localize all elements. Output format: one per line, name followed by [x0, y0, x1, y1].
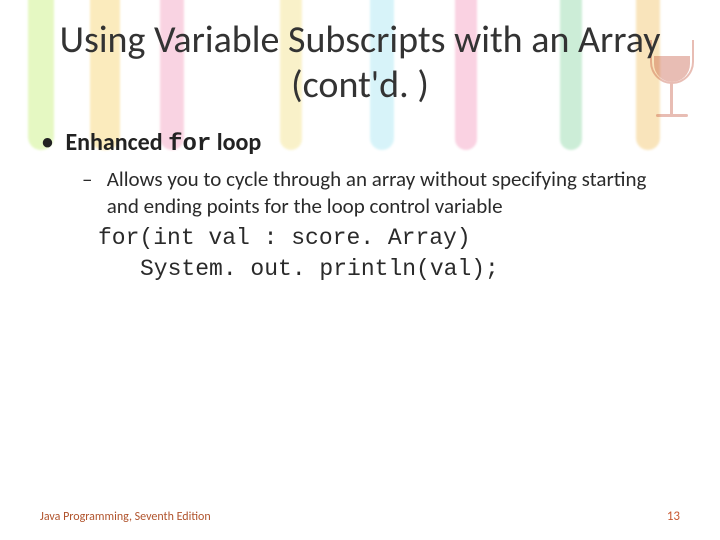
slide-title: Using Variable Subscripts with an Array … [40, 18, 680, 108]
bullet-suffix: loop [211, 128, 261, 157]
slide-footer: Java Programming, Seventh Edition 13 [40, 509, 680, 524]
code-example: for(int val : score. Array) System. out.… [98, 223, 680, 285]
bullet-enhanced-for: Enhanced for loop Allows you to cycle th… [42, 128, 680, 286]
bullet-list-level2: Allows you to cycle through an array wit… [42, 166, 680, 220]
code-line-1: for(int val : score. Array) [98, 223, 680, 254]
slide-content: Using Variable Subscripts with an Array … [0, 0, 720, 540]
bullet-code-keyword: for [168, 131, 211, 158]
bullet-list-level1: Enhanced for loop Allows you to cycle th… [40, 128, 680, 286]
footer-page-number: 13 [667, 509, 680, 524]
code-line-2: System. out. println(val); [98, 254, 680, 285]
footer-book-title: Java Programming, Seventh Edition [40, 510, 211, 524]
sub-bullet-description: Allows you to cycle through an array wit… [82, 166, 680, 220]
sub-bullet-text: Allows you to cycle through an array wit… [107, 166, 667, 220]
bullet-prefix: Enhanced [65, 128, 168, 157]
